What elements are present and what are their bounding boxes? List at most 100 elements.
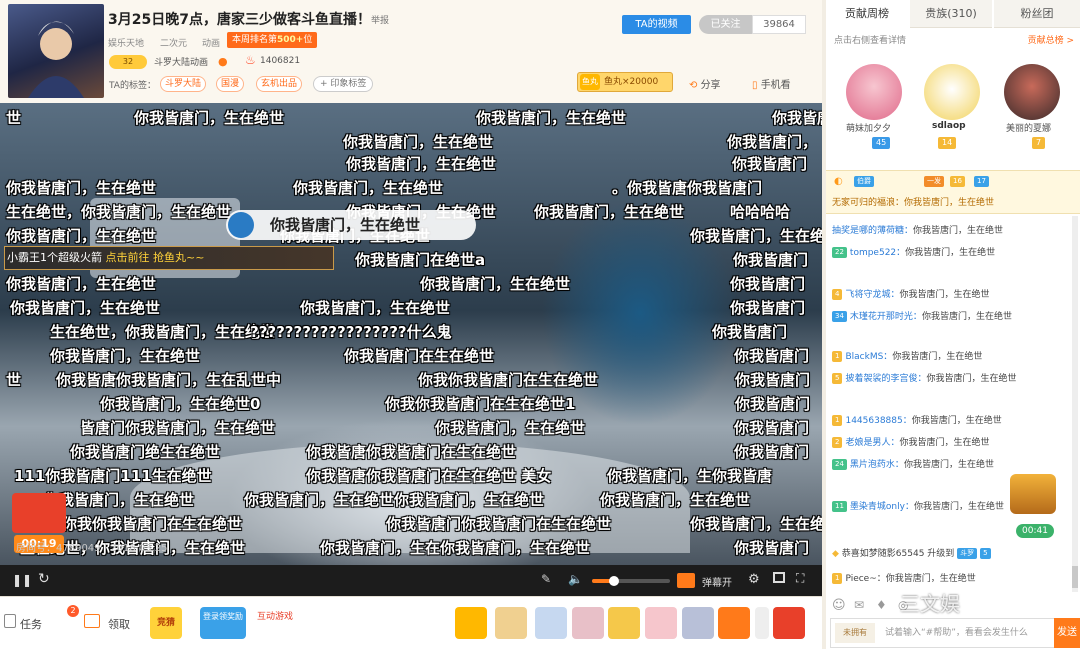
phone-watch-button[interactable]: ▯ 手机看 — [752, 76, 791, 91]
tag-chip[interactable]: 斗罗大陆 — [160, 76, 207, 92]
chat-username[interactable]: 披着袈裟的李宫俊： — [845, 374, 926, 384]
red-envelope-icon[interactable] — [12, 493, 66, 533]
danmu-comment: 你我皆唐门 — [730, 275, 806, 293]
tab-fan-club[interactable]: 粉丝团 — [994, 0, 1080, 28]
treasure-chest-icon[interactable] — [1010, 474, 1056, 514]
fishball-gift-button[interactable]: 鱼丸 鱼丸×20000 — [577, 72, 673, 92]
chat-sidebar-label[interactable]: 未拥有 — [835, 623, 875, 643]
room-id: 房间号：4789049 | 2018.03.25 — [16, 543, 168, 554]
send-button[interactable]: 发送 — [1054, 618, 1080, 648]
danmu-comment: 世 — [6, 109, 22, 127]
room-header: 3月25日晚7点，唐家三少做客斗鱼直播！ 举报 TA的视频 已关注 39864 … — [0, 0, 822, 103]
share-label: 分享 — [700, 80, 721, 91]
gift-item-icon[interactable] — [773, 607, 805, 639]
pause-icon[interactable]: ❚❚ — [12, 573, 32, 587]
pinned-danmu: 你我皆唐门，生在绝世 — [226, 210, 476, 240]
total-rank-link[interactable]: 贡献总榜 > — [1028, 33, 1074, 46]
gift-item-icon[interactable] — [645, 607, 677, 639]
refresh-icon[interactable]: ↻ — [38, 571, 50, 587]
gift-item-icon[interactable] — [682, 607, 714, 639]
danmu-toggle-icon[interactable] — [677, 573, 695, 588]
chat-username[interactable]: 飞将守龙城： — [845, 290, 899, 300]
danmu-comment: 你我皆唐门 — [734, 539, 810, 557]
gear-icon[interactable]: ⚙ — [748, 572, 760, 587]
tab-weekly-contribution[interactable]: 贡献周榜 — [826, 0, 908, 28]
emoji-icon[interactable]: ☺ — [832, 598, 846, 613]
rank-3-avatar[interactable] — [1004, 64, 1060, 120]
login-reward-entry[interactable]: 登录领奖励 — [200, 607, 246, 639]
host-name[interactable]: 斗罗大陆动画 — [154, 55, 208, 68]
gift-item-icon[interactable] — [495, 607, 527, 639]
chat-scrollbar[interactable] — [1072, 216, 1078, 592]
chat-username[interactable]: tompe522： — [850, 248, 905, 258]
chat-username[interactable]: 墨染青城only： — [850, 502, 914, 512]
ta-video-button[interactable]: TA的视频 — [622, 15, 691, 34]
rocket-banner[interactable]: 小霸王1个超级火箭 点击前往 抢鱼丸~~ — [4, 246, 334, 270]
chat-level-badge: 34 — [832, 311, 847, 322]
rank-2-name[interactable]: sdlaop — [932, 121, 966, 131]
gift-item-icon[interactable] — [535, 607, 567, 639]
danmu-comment: 你我皆唐门，生在绝世 — [10, 299, 161, 317]
task-button[interactable]: 任务 — [20, 616, 42, 632]
rank-1-name[interactable]: 萌妹加夕夕 — [846, 121, 891, 134]
gift-box-icon[interactable] — [84, 614, 100, 628]
danmu-comment: 你我皆唐门，生在绝世0 — [100, 395, 261, 413]
follow-button[interactable]: 已关注 — [699, 15, 752, 34]
category-link[interactable]: 动画 — [202, 36, 220, 49]
add-impression-tag-button[interactable]: + 印象标签 — [313, 76, 374, 92]
chat-username[interactable]: 抽奖是哪的薄荷糖： — [832, 226, 913, 236]
interactive-game-entry[interactable]: 互动游戏 — [252, 607, 298, 639]
danmu-comment: 世 — [6, 371, 22, 389]
gift-icon[interactable]: ♦ — [876, 598, 887, 612]
video-player[interactable]: 你我皆唐门，生在绝世你我皆唐门，生在绝世世你我皆唐你我皆唐门，生在绝世你我皆唐门… — [0, 103, 822, 596]
weekly-rank-badge[interactable]: 本周排名第500+位 — [227, 32, 318, 48]
danmu-comment: 你我皆唐门，生你我皆唐 — [607, 467, 773, 485]
guess-entry[interactable]: 竞猜 — [150, 607, 182, 639]
danmu-comment: 你我皆唐门，生在绝世 — [6, 227, 157, 245]
rank-1-avatar[interactable] — [846, 64, 902, 120]
report-link[interactable]: 举报 — [371, 13, 389, 26]
rank-2-avatar[interactable] — [924, 64, 980, 120]
claim-button[interactable]: 领取 — [108, 616, 130, 632]
chat-username[interactable]: 1445638885： — [845, 416, 911, 426]
volume-knob[interactable] — [608, 576, 619, 586]
level-badge: 16 — [950, 176, 965, 187]
pinned-danmu-text: 你我皆唐门，生在绝世 — [270, 216, 421, 234]
edit-icon[interactable]: ✎ — [541, 572, 551, 586]
rank-3-name[interactable]: 美丽的夏娜 — [1006, 121, 1051, 134]
mail-icon[interactable]: ✉ — [854, 598, 864, 612]
chat-input[interactable]: 未拥有 试着输入“#帮助”，看看会发生什么 — [830, 618, 1056, 648]
volume-slider[interactable] — [592, 576, 670, 586]
gift-item-icon[interactable] — [572, 607, 604, 639]
tag-chip[interactable]: 玄机出品 — [256, 76, 303, 92]
tag-chip[interactable]: 国漫 — [216, 76, 245, 92]
chat-bubble-icon: ● — [218, 55, 228, 68]
chat-scroll-thumb[interactable] — [1072, 566, 1078, 588]
category-link[interactable]: 娱乐天地 — [108, 36, 144, 49]
share-button[interactable]: ⟲ 分享 — [689, 76, 721, 91]
chat-text: 你我皆唐门，生在绝世 — [911, 416, 1002, 426]
widescreen-icon[interactable] — [773, 572, 785, 583]
danmu-comment: ??????????????????什么鬼 — [250, 323, 452, 341]
chat-text: 你我皆唐门，生在绝世 — [905, 248, 996, 258]
danmu-comment: 你我皆唐门，生在绝世 — [343, 133, 494, 151]
chat-username[interactable]: 老娘是男人： — [845, 438, 899, 448]
chat-username[interactable]: 黑片泡药水： — [850, 460, 904, 470]
task-icon[interactable] — [4, 614, 16, 628]
danmu-comment: 你我皆唐门，生在绝世 — [476, 109, 627, 127]
rank-value: 500+ — [277, 35, 304, 45]
gift-item-icon[interactable] — [608, 607, 640, 639]
danmu-comment: 你我皆唐门，生在绝世 — [300, 299, 451, 317]
tab-nobility[interactable]: 贵族(310) — [910, 0, 992, 28]
host-avatar[interactable] — [8, 4, 104, 98]
gift-scroll-handle[interactable] — [755, 607, 769, 639]
danmu-toggle-label[interactable]: 弹幕开 — [702, 574, 732, 589]
danmu-comment: 生在绝世，你我皆唐门，生在绝世 — [50, 323, 276, 341]
category-link[interactable]: 二次元 — [160, 36, 187, 49]
chat-username[interactable]: 木瑾花开那时光： — [850, 312, 922, 322]
gift-item-icon[interactable] — [718, 607, 750, 639]
gift-item-icon[interactable] — [455, 607, 487, 639]
chat-username[interactable]: BlackMS： — [845, 352, 892, 362]
fullscreen-icon[interactable]: ⛶ — [796, 571, 804, 586]
volume-icon[interactable]: 🔈 — [568, 572, 583, 586]
